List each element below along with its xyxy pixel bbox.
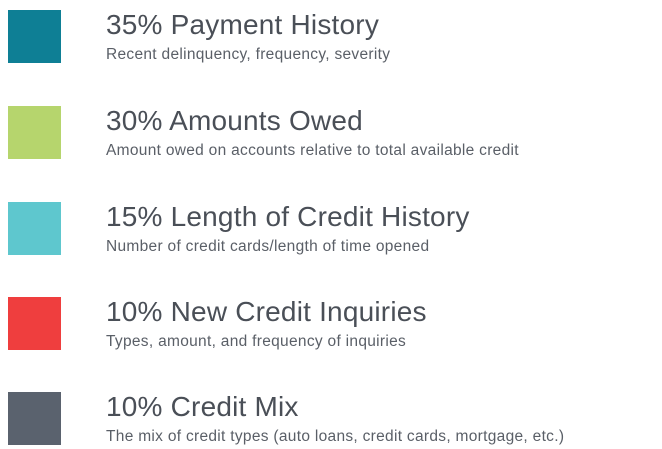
length-of-credit-history-title: 15% Length of Credit History — [106, 201, 470, 232]
payment-history-title: 35% Payment History — [106, 9, 380, 40]
amounts-owed-description: Amount owed on accounts relative to tota… — [106, 142, 519, 159]
new-credit-inquiries-color-swatch — [8, 297, 61, 350]
payment-history-color-swatch — [8, 10, 61, 63]
length-of-credit-history-color-swatch — [8, 202, 61, 255]
legend-item-amounts-owed: 30% Amounts Owed Amount owed on accounts… — [8, 106, 658, 160]
legend-item-payment-history: 35% Payment History Recent delinquency, … — [8, 10, 658, 64]
credit-mix-title: 10% Credit Mix — [106, 391, 299, 422]
credit-mix-color-swatch — [8, 392, 61, 445]
legend-item-credit-mix: 10% Credit Mix The mix of credit types (… — [8, 392, 658, 446]
amounts-owed-color-swatch — [8, 106, 61, 159]
payment-history-description: Recent delinquency, frequency, severity — [106, 46, 391, 63]
credit-score-legend: 35% Payment History Recent delinquency, … — [0, 0, 662, 449]
legend-item-length-of-credit-history: 15% Length of Credit History Number of c… — [8, 202, 658, 256]
credit-mix-description: The mix of credit types (auto loans, cre… — [106, 428, 565, 445]
amounts-owed-title: 30% Amounts Owed — [106, 105, 363, 136]
length-of-credit-history-description: Number of credit cards/length of time op… — [106, 238, 430, 255]
new-credit-inquiries-title: 10% New Credit Inquiries — [106, 296, 427, 327]
new-credit-inquiries-description: Types, amount, and frequency of inquirie… — [106, 333, 407, 350]
legend-item-new-credit-inquiries: 10% New Credit Inquiries Types, amount, … — [8, 297, 658, 351]
